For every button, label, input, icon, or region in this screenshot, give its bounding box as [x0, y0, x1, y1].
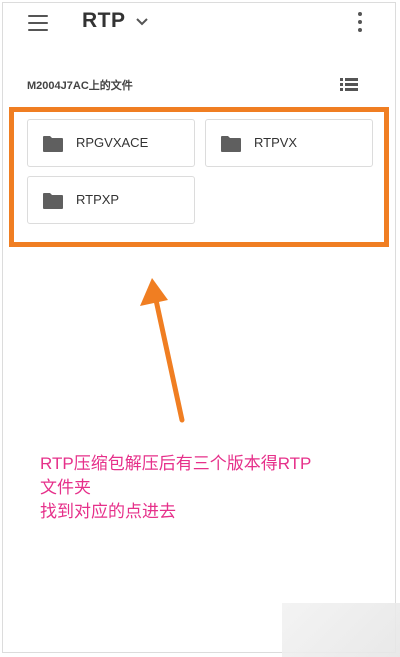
watermark [282, 603, 400, 657]
annotation-line: RTP压缩包解压后有三个版本得RTP [40, 454, 312, 473]
annotation-line: 找到对应的点进去 [40, 502, 176, 521]
annotation-arrow [140, 278, 185, 423]
annotation-text: RTP压缩包解压后有三个版本得RTP 文件夹 找到对应的点进去 [40, 452, 311, 524]
annotation-line: 文件夹 [40, 478, 91, 497]
